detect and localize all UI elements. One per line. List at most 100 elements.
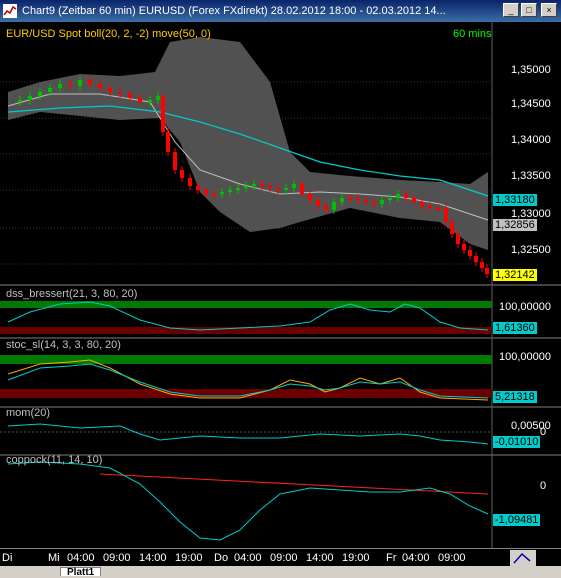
y-tick: 1,32500 (511, 244, 551, 256)
chart-window: Chart9 (Zeitbar 60 min) EURUSD (Forex FX… (0, 0, 561, 578)
candle-body (380, 200, 384, 204)
candle-body (78, 80, 82, 86)
candle-body (98, 84, 102, 88)
candle-body (166, 132, 170, 152)
title-bar[interactable]: Chart9 (Zeitbar 60 min) EURUSD (Forex FX… (0, 0, 561, 22)
candle-body (462, 244, 466, 250)
candle-body (18, 100, 22, 102)
candle-body (340, 198, 344, 202)
candle-body (456, 234, 460, 244)
x-tick: 14:00 (139, 552, 167, 564)
candle-body (148, 100, 152, 102)
candle-body (444, 208, 448, 222)
coppock-label: coppock(11, 14, 10) (6, 454, 103, 466)
candle-body (252, 184, 256, 186)
draw-tool-icon[interactable] (510, 550, 536, 566)
candle-body (161, 96, 165, 132)
y-tick: 1,33500 (511, 170, 551, 182)
coppock-badge: -1,09481 (493, 514, 541, 526)
maximize-button[interactable]: □ (521, 3, 537, 17)
candle-body (348, 198, 352, 200)
price-legend: EUR/USD Spot boll(20, 2, -2) move(50, 0) (6, 28, 211, 40)
candle-body (372, 202, 376, 204)
candle-body (420, 202, 424, 206)
dss-y-tick: 100,00000 (499, 301, 551, 313)
mom-y-tick: 0 (540, 426, 547, 438)
candle-body (58, 84, 62, 88)
x-tick: 19:00 (175, 552, 203, 564)
candle-body (173, 152, 177, 170)
candle-body (38, 92, 42, 96)
candle-body (292, 184, 296, 188)
candle-body (428, 206, 432, 208)
x-tick: 09:00 (103, 552, 131, 564)
candle-body (48, 88, 52, 92)
coppock-y-tick: 0 (540, 480, 547, 492)
candle-body (436, 208, 440, 210)
candle-body (118, 92, 122, 94)
window-title: Chart9 (Zeitbar 60 min) EURUSD (Forex FX… (22, 5, 446, 17)
stoc-badge: 5,21318 (493, 391, 537, 403)
time-axis[interactable]: Di Mi 04:00 09:00 14:00 19:00 Do 04:00 0… (0, 548, 561, 566)
candle-body (356, 198, 360, 200)
ma-price-badge: 1,33180 (493, 194, 537, 206)
x-tick: Fr (386, 552, 397, 564)
candle-body (260, 184, 264, 186)
candle-body (68, 84, 72, 86)
x-tick: 19:00 (342, 552, 370, 564)
y-tick: 1,34500 (511, 98, 551, 110)
candle-body (28, 96, 32, 100)
candle-body (228, 190, 232, 192)
mid-price-badge: 1,32856 (493, 219, 537, 231)
dss-label: dss_bressert(21, 3, 80, 20) (6, 288, 138, 300)
stoc-label: stoc_sl(14, 3, 3, 80, 20) (6, 339, 121, 351)
candle-body (480, 262, 484, 268)
candle-body (220, 192, 224, 194)
chart-app-icon (3, 4, 17, 18)
x-tick: 09:00 (438, 552, 466, 564)
x-tick: Do (214, 552, 229, 564)
candle-body (412, 198, 416, 202)
candle-body (300, 184, 304, 194)
candle-body (276, 188, 280, 190)
candle-body (404, 194, 408, 198)
mom-badge: -0,01010 (493, 436, 541, 448)
x-tick: 04:00 (234, 552, 262, 564)
candle-body (468, 250, 472, 256)
close-button[interactable]: × (541, 3, 557, 17)
x-tick: 04:00 (402, 552, 430, 564)
x-tick: 14:00 (306, 552, 334, 564)
y-tick: 1,34000 (511, 134, 551, 146)
candle-body (196, 186, 200, 190)
candle-body (388, 198, 392, 200)
stoc-y-tick: 100,00000 (499, 351, 551, 363)
candle-body (212, 194, 216, 196)
candle-body (396, 194, 400, 198)
candle-body (284, 188, 288, 190)
dss-badge: 1,61360 (493, 322, 537, 334)
candle-body (88, 80, 92, 84)
candle-body (450, 222, 454, 234)
candle-body (108, 88, 112, 92)
candle-body (156, 96, 160, 100)
x-tick: 09:00 (270, 552, 298, 564)
sheet-tab[interactable]: Platt1 (60, 567, 102, 578)
candle-body (188, 178, 192, 186)
y-tick: 1,35000 (511, 64, 551, 76)
candle-body (244, 186, 248, 188)
candle-body (316, 200, 320, 206)
candle-body (332, 202, 336, 210)
candle-body (268, 186, 272, 188)
x-tick: 04:00 (67, 552, 95, 564)
candle-body (180, 170, 184, 178)
candle-body (364, 200, 368, 202)
candle-body (138, 98, 142, 102)
chart-area[interactable] (0, 22, 561, 552)
candle-body (474, 256, 478, 262)
minimize-button[interactable]: _ (503, 3, 519, 17)
candle-body (485, 268, 489, 274)
candle-body (324, 206, 328, 210)
candle-body (308, 194, 312, 200)
x-tick: Mi (48, 552, 60, 564)
candle-body (128, 94, 132, 98)
